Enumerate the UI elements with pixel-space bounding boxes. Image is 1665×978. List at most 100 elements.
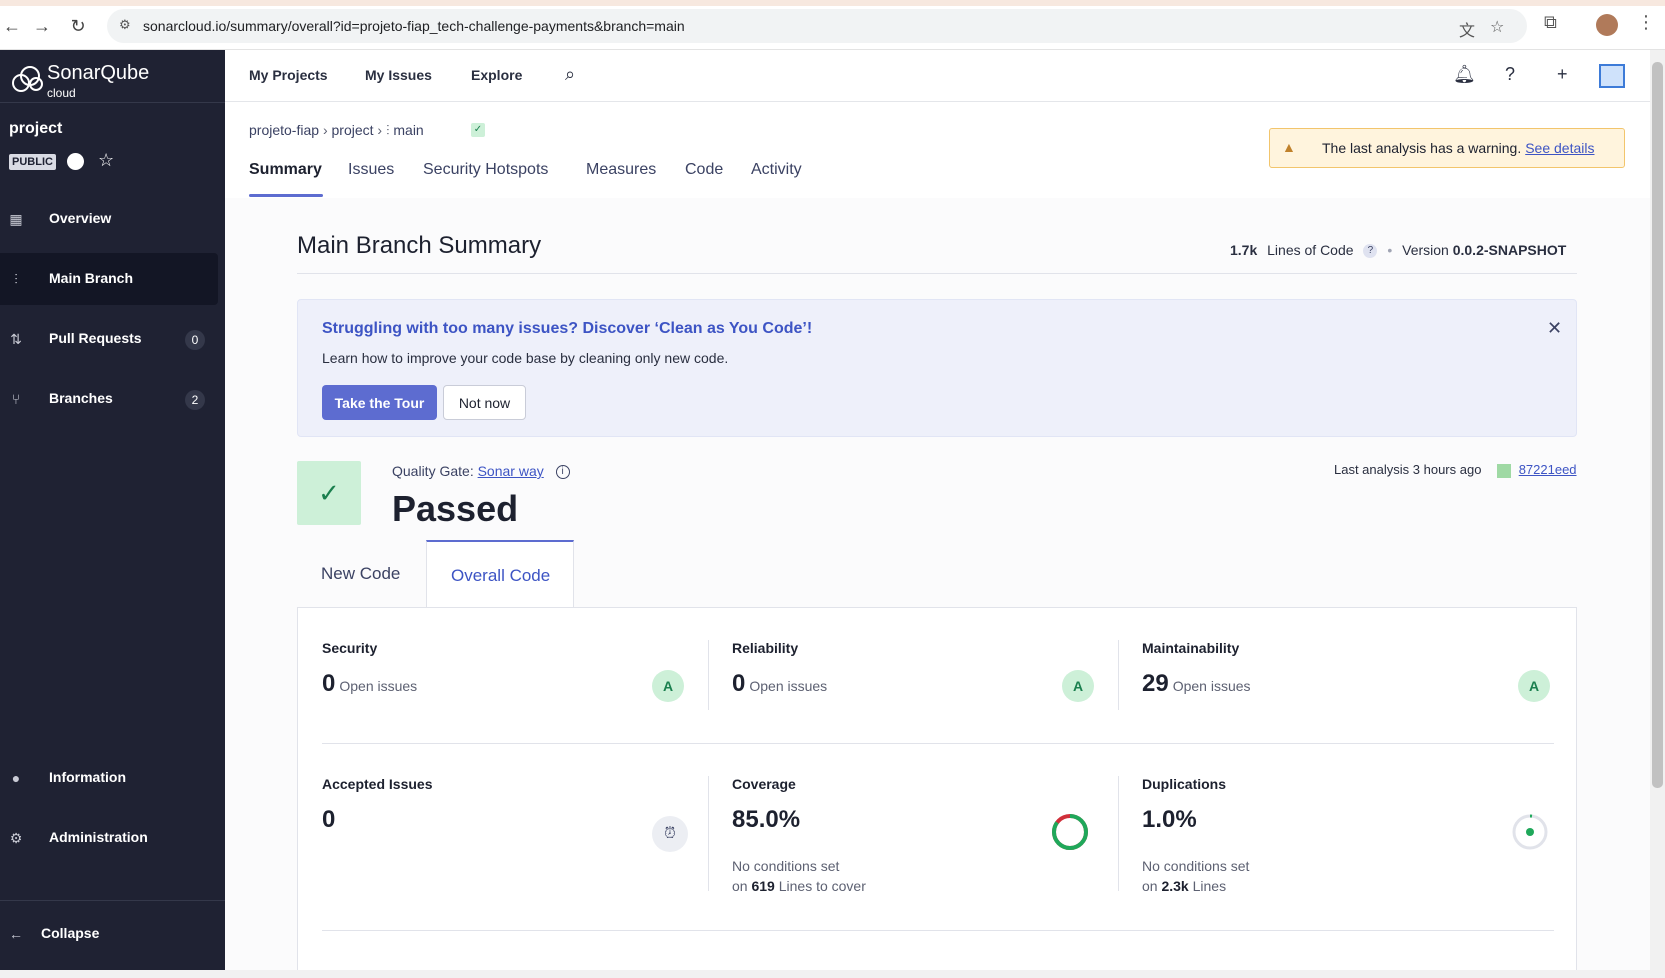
tab-security-hotspots[interactable]: Security Hotspots — [423, 161, 548, 179]
tab-measures[interactable]: Measures — [586, 161, 656, 179]
last-analysis-info: Last analysis 3 hours ago 87221eed — [1334, 462, 1577, 478]
quality-gate-passed-icon: ✓ — [297, 461, 361, 525]
measure-value[interactable]: 85.0% — [732, 806, 800, 834]
last-analysis-text: Last analysis 3 hours ago — [1334, 462, 1482, 477]
close-icon[interactable]: ✕ — [1547, 318, 1562, 339]
vertical-scroll-thumb[interactable] — [1652, 62, 1663, 788]
translate-icon[interactable]: 文 — [1459, 17, 1475, 41]
forward-icon[interactable]: → — [30, 14, 54, 38]
organization-avatar[interactable] — [1599, 64, 1625, 88]
duplications-conditions: No conditions set on 2.3k Lines — [1142, 858, 1250, 894]
measure-title: Reliability — [732, 640, 799, 656]
help-icon[interactable]: ? — [1363, 244, 1378, 259]
breadcrumb-branch[interactable]: main — [393, 122, 423, 138]
pull-requests-count: 0 — [185, 330, 205, 350]
collapse-sidebar-button[interactable]: ← Collapse — [0, 908, 218, 960]
analysis-warning: ▲ The last analysis has a warning. See de… — [1269, 128, 1625, 168]
quality-gate-status: Passed — [392, 488, 519, 529]
address-bar[interactable]: ⚙ sonarcloud.io/summary/overall?id=proje… — [107, 9, 1527, 43]
measure-value[interactable]: 0 Open issues — [732, 670, 827, 698]
notifications-bell-icon[interactable]: 🔔︎ — [1453, 64, 1476, 85]
tab-issues[interactable]: Issues — [348, 161, 394, 179]
sidebar-item-label: Administration — [49, 829, 148, 845]
branches-icon: ⑂ — [11, 391, 21, 407]
tab-summary[interactable]: Summary — [249, 161, 322, 179]
separator-dot: • — [1387, 242, 1393, 258]
reload-icon[interactable]: ↻ — [66, 14, 90, 38]
bookmark-star-icon[interactable]: ☆ — [1490, 17, 1504, 37]
tab-new-code[interactable]: New Code — [297, 540, 427, 608]
help-icon[interactable]: ? — [1505, 64, 1515, 85]
row-divider — [322, 743, 1554, 744]
measure-value[interactable]: 1.0% — [1142, 806, 1197, 834]
chevron-right-icon: › — [377, 122, 386, 138]
sidebar-item-information[interactable]: ● Information — [0, 752, 218, 804]
breadcrumb-org[interactable]: projeto-fiap — [249, 122, 319, 138]
measures-panel: Security 0 Open issues A Reliability 0 Ope… — [297, 607, 1577, 978]
pull-request-icon: ⇅ — [10, 331, 22, 347]
tab-code[interactable]: Code — [685, 161, 723, 179]
arrow-left-icon: ← — [9, 926, 23, 942]
chrome-menu-icon[interactable]: ⋮ — [1637, 12, 1655, 33]
maintainability-measure[interactable]: Maintainability 29 Open issues A — [1142, 640, 1551, 720]
loc-label: Lines of Code — [1267, 242, 1354, 258]
coverage-donut — [1052, 814, 1088, 850]
see-details-link[interactable]: See details — [1525, 140, 1594, 156]
row-divider — [322, 930, 1554, 931]
search-icon[interactable]: ⌕ — [565, 64, 575, 85]
coverage-measure[interactable]: Coverage 85.0% No conditions set on 619 … — [732, 776, 1141, 896]
measure-divider — [708, 640, 709, 710]
nav-my-issues[interactable]: My Issues — [365, 67, 432, 83]
plus-icon[interactable]: + — [1557, 64, 1568, 85]
profile-avatar[interactable] — [1596, 14, 1618, 36]
measure-value[interactable]: 0 Open issues — [322, 670, 417, 698]
global-navigation: My Projects My Issues Explore ⌕ 🔔︎ ? + — [225, 50, 1650, 102]
sidebar-item-main-branch[interactable]: ⫶ Main Branch — [0, 253, 218, 305]
github-icon[interactable] — [67, 153, 84, 170]
sonarqube-logo[interactable]: SonarQube cloud — [10, 60, 160, 100]
measure-divider — [708, 776, 709, 891]
sidebar-item-administration[interactable]: ⚙ Administration — [0, 812, 218, 864]
promo-text: Learn how to improve your code base by c… — [322, 350, 729, 366]
measure-title: Accepted Issues — [322, 776, 433, 792]
take-tour-button[interactable]: Take the Tour — [322, 385, 437, 420]
security-measure[interactable]: Security 0 Open issues A — [322, 640, 731, 720]
breadcrumb-project[interactable]: project — [332, 122, 374, 138]
project-name[interactable]: project — [9, 120, 62, 138]
accepted-issues-measure[interactable]: Accepted Issues 0 ⏰︎ — [322, 776, 731, 896]
horizontal-scrollbar[interactable] — [0, 970, 1650, 978]
tab-activity[interactable]: Activity — [751, 161, 802, 179]
branch-status-check-icon: ✓ — [471, 123, 485, 137]
measure-value[interactable]: 0 — [322, 806, 335, 834]
commit-link[interactable]: 87221eed — [1519, 462, 1577, 477]
maintainability-rating[interactable]: A — [1518, 670, 1550, 702]
project-header: projeto-fiap › project › ⫶ main ✓ Summar… — [225, 102, 1650, 198]
logo-name: SonarQube — [47, 62, 150, 84]
nav-my-projects[interactable]: My Projects — [249, 67, 328, 83]
nav-explore[interactable]: Explore — [471, 67, 522, 83]
extensions-icon[interactable]: ⧉ — [1544, 12, 1557, 33]
commit-icon — [1497, 463, 1512, 478]
measure-value[interactable]: 29 Open issues — [1142, 670, 1251, 698]
sidebar-item-pull-requests[interactable]: ⇅ Pull Requests 0 — [0, 313, 218, 365]
info-icon[interactable]: i — [555, 465, 570, 480]
not-now-button[interactable]: Not now — [443, 385, 526, 420]
security-rating[interactable]: A — [652, 670, 684, 702]
page-title: Main Branch Summary — [297, 232, 542, 259]
site-info-icon[interactable]: ⚙ — [119, 17, 137, 35]
sidebar-item-branches[interactable]: ⑂ Branches 2 — [0, 373, 218, 425]
browser-toolbar: ← → ↻ ⚙ sonarcloud.io/summary/overall?id… — [0, 0, 1665, 50]
back-icon[interactable]: ← — [0, 14, 24, 38]
tab-overall-code[interactable]: Overall Code — [426, 540, 574, 608]
branches-count: 2 — [185, 390, 205, 410]
favorite-star-icon[interactable]: ☆ — [98, 150, 114, 171]
reliability-measure[interactable]: Reliability 0 Open issues A — [732, 640, 1141, 720]
sidebar-item-overview[interactable]: ▦ Overview — [0, 193, 218, 245]
quality-gate-link[interactable]: Sonar way — [478, 463, 544, 479]
url-text[interactable]: sonarcloud.io/summary/overall?id=projeto… — [143, 18, 685, 34]
measure-title: Duplications — [1142, 776, 1227, 792]
duplications-measure[interactable]: Duplications 1.0% No conditions set on 2… — [1142, 776, 1551, 896]
measure-divider — [1118, 640, 1119, 710]
reliability-rating[interactable]: A — [1062, 670, 1094, 702]
measure-title: Coverage — [732, 776, 796, 792]
